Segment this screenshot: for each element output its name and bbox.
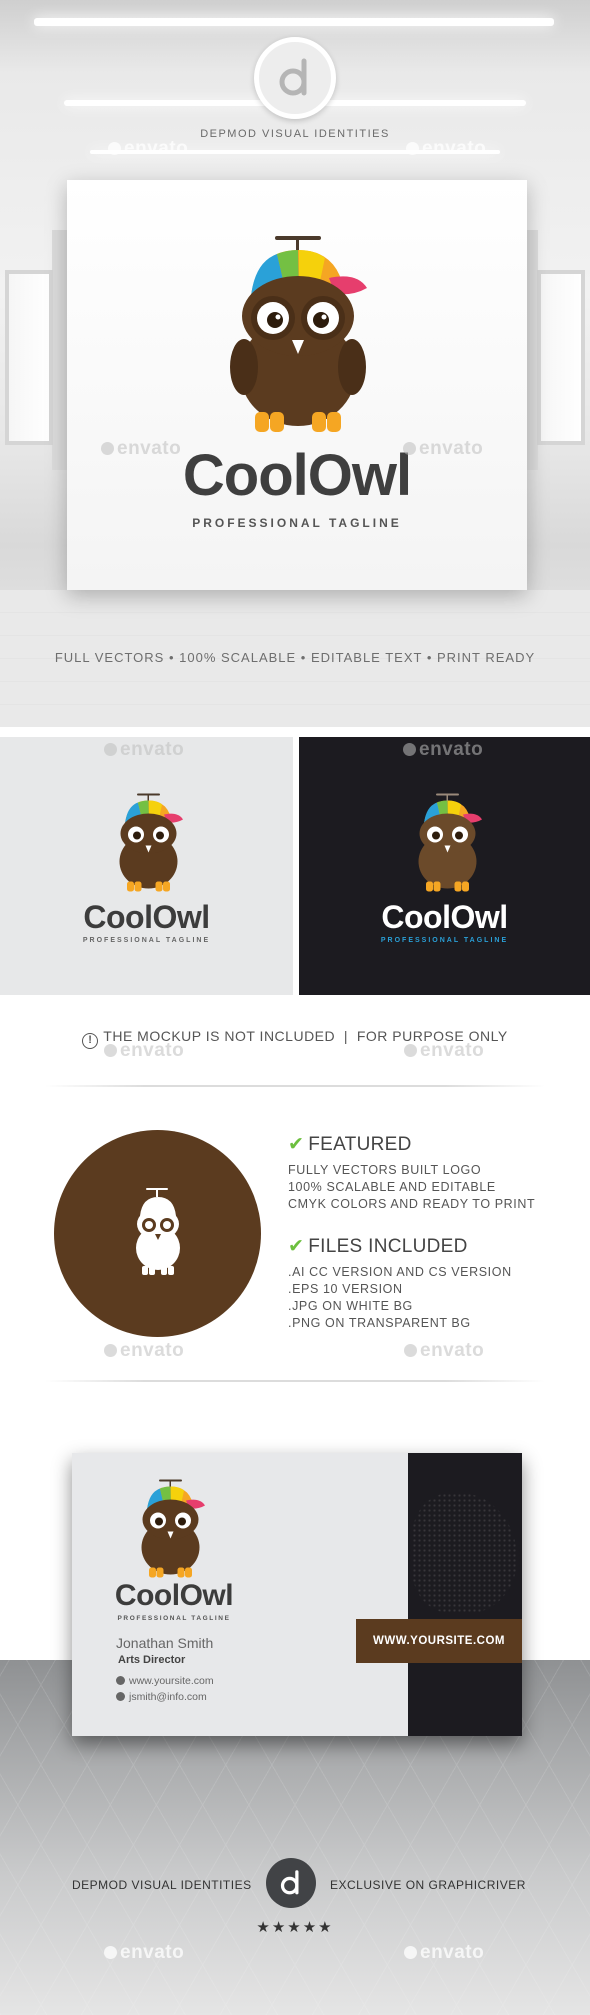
- logo-canvas: CoolOwl PROFESSIONAL TAGLINE envato enva…: [67, 180, 527, 590]
- envato-watermark: envato: [104, 739, 184, 761]
- logo-wordmark: CoolOwl: [114, 1579, 234, 1612]
- info-icon: !: [82, 1033, 99, 1049]
- envato-watermark: envato: [404, 1942, 484, 1964]
- envato-watermark: envato: [101, 438, 181, 460]
- logo-tagline: PROFESSIONAL TAGLINE: [117, 1615, 231, 1622]
- mockup-notice: ! THE MOCKUP IS NOT INCLUDED | FOR PURPOS…: [0, 1028, 590, 1049]
- ceiling-light: [34, 18, 554, 26]
- depmod-d-icon: [254, 37, 336, 119]
- logo-wordmark: CoolOwl: [381, 899, 508, 935]
- featured-block: ✔ FEATURED FULLY VECTORS BUILT LOGO 100% …: [288, 1133, 578, 1213]
- card-url-banner: WWW.YOURSITE.COM: [356, 1619, 522, 1663]
- featured-item: CMYK COLORS AND READY TO PRINT: [288, 1197, 536, 1211]
- room-window: [5, 270, 53, 445]
- envato-watermark: envato: [104, 1040, 184, 1062]
- owl-logo-icon: [128, 1186, 188, 1276]
- files-item: .PNG ON TRANSPARENT BG: [288, 1316, 471, 1330]
- card-email: jsmith@info.com: [116, 1691, 207, 1703]
- files-item: .JPG ON WHITE BG: [288, 1299, 413, 1313]
- check-icon: ✔: [288, 1236, 305, 1257]
- footer-exclusive: EXCLUSIVE ON GRAPHICRIVER: [330, 1878, 526, 1892]
- footer-brand: DEPMOD VISUAL IDENTITIES: [72, 1878, 252, 1892]
- depmod-d-icon: [266, 1858, 316, 1908]
- files-item: .AI CC VERSION AND CS VERSION: [288, 1265, 512, 1279]
- envato-watermark: envato: [104, 1340, 184, 1362]
- logo-tagline: PROFESSIONAL TAGLINE: [82, 937, 211, 944]
- files-block: ✔ FILES INCLUDED .AI CC VERSION AND CS VE…: [288, 1235, 578, 1332]
- features-strip: FULL VECTORS • 100% SCALABLE • EDITABLE …: [54, 650, 536, 665]
- card-website: www.yoursite.com: [116, 1675, 214, 1687]
- check-icon: ✔: [288, 1134, 305, 1155]
- envato-watermark: envato: [404, 1040, 484, 1062]
- section-divider: [45, 1085, 545, 1087]
- dark-preview: envato CoolOwl PROFESSIONAL TAGLINE: [299, 737, 590, 995]
- logo-wordmark: CoolOwl: [83, 899, 210, 935]
- card-role: Arts Director: [118, 1654, 186, 1666]
- featured-item: 100% SCALABLE AND EDITABLE: [288, 1180, 496, 1194]
- files-item: .EPS 10 VERSION: [288, 1282, 403, 1296]
- brand-name: DEPMOD VISUAL IDENTITIES: [200, 128, 390, 140]
- featured-title: ✔ FEATURED: [288, 1134, 412, 1155]
- owl-emblem: [54, 1130, 261, 1337]
- featured-item: FULLY VECTORS BUILT LOGO: [288, 1163, 482, 1177]
- envato-watermark: envato: [403, 739, 483, 761]
- envato-watermark: envato: [404, 1340, 484, 1362]
- owl-logo-icon: [130, 1471, 210, 1591]
- owl-logo-icon: [108, 785, 188, 893]
- card-person-name: Jonathan Smith: [116, 1635, 214, 1651]
- business-card: CoolOwl PROFESSIONAL TAGLINE Jonathan Sm…: [72, 1453, 522, 1736]
- light-preview: envato CoolOwl PROFESSIONAL TAGLINE: [0, 737, 293, 995]
- logo-tagline: PROFESSIONAL TAGLINE: [380, 937, 509, 944]
- room-window: [537, 270, 585, 445]
- section-divider: [45, 1380, 545, 1382]
- globe-icon: [116, 1676, 125, 1685]
- envato-watermark: envato: [108, 138, 188, 160]
- logo-tagline: PROFESSIONAL TAGLINE: [192, 516, 402, 530]
- star-rating: ★★★★★: [256, 1919, 334, 1936]
- hero-section: DEPMOD VISUAL IDENTITIES envato envato C…: [0, 0, 590, 727]
- envato-watermark: envato: [403, 438, 483, 460]
- envato-watermark: envato: [104, 1942, 184, 1964]
- owl-logo-icon: [217, 222, 377, 432]
- envato-watermark: envato: [406, 138, 486, 160]
- files-title: ✔ FILES INCLUDED: [288, 1236, 468, 1257]
- mail-icon: [116, 1692, 125, 1701]
- owl-logo-icon: [407, 785, 487, 893]
